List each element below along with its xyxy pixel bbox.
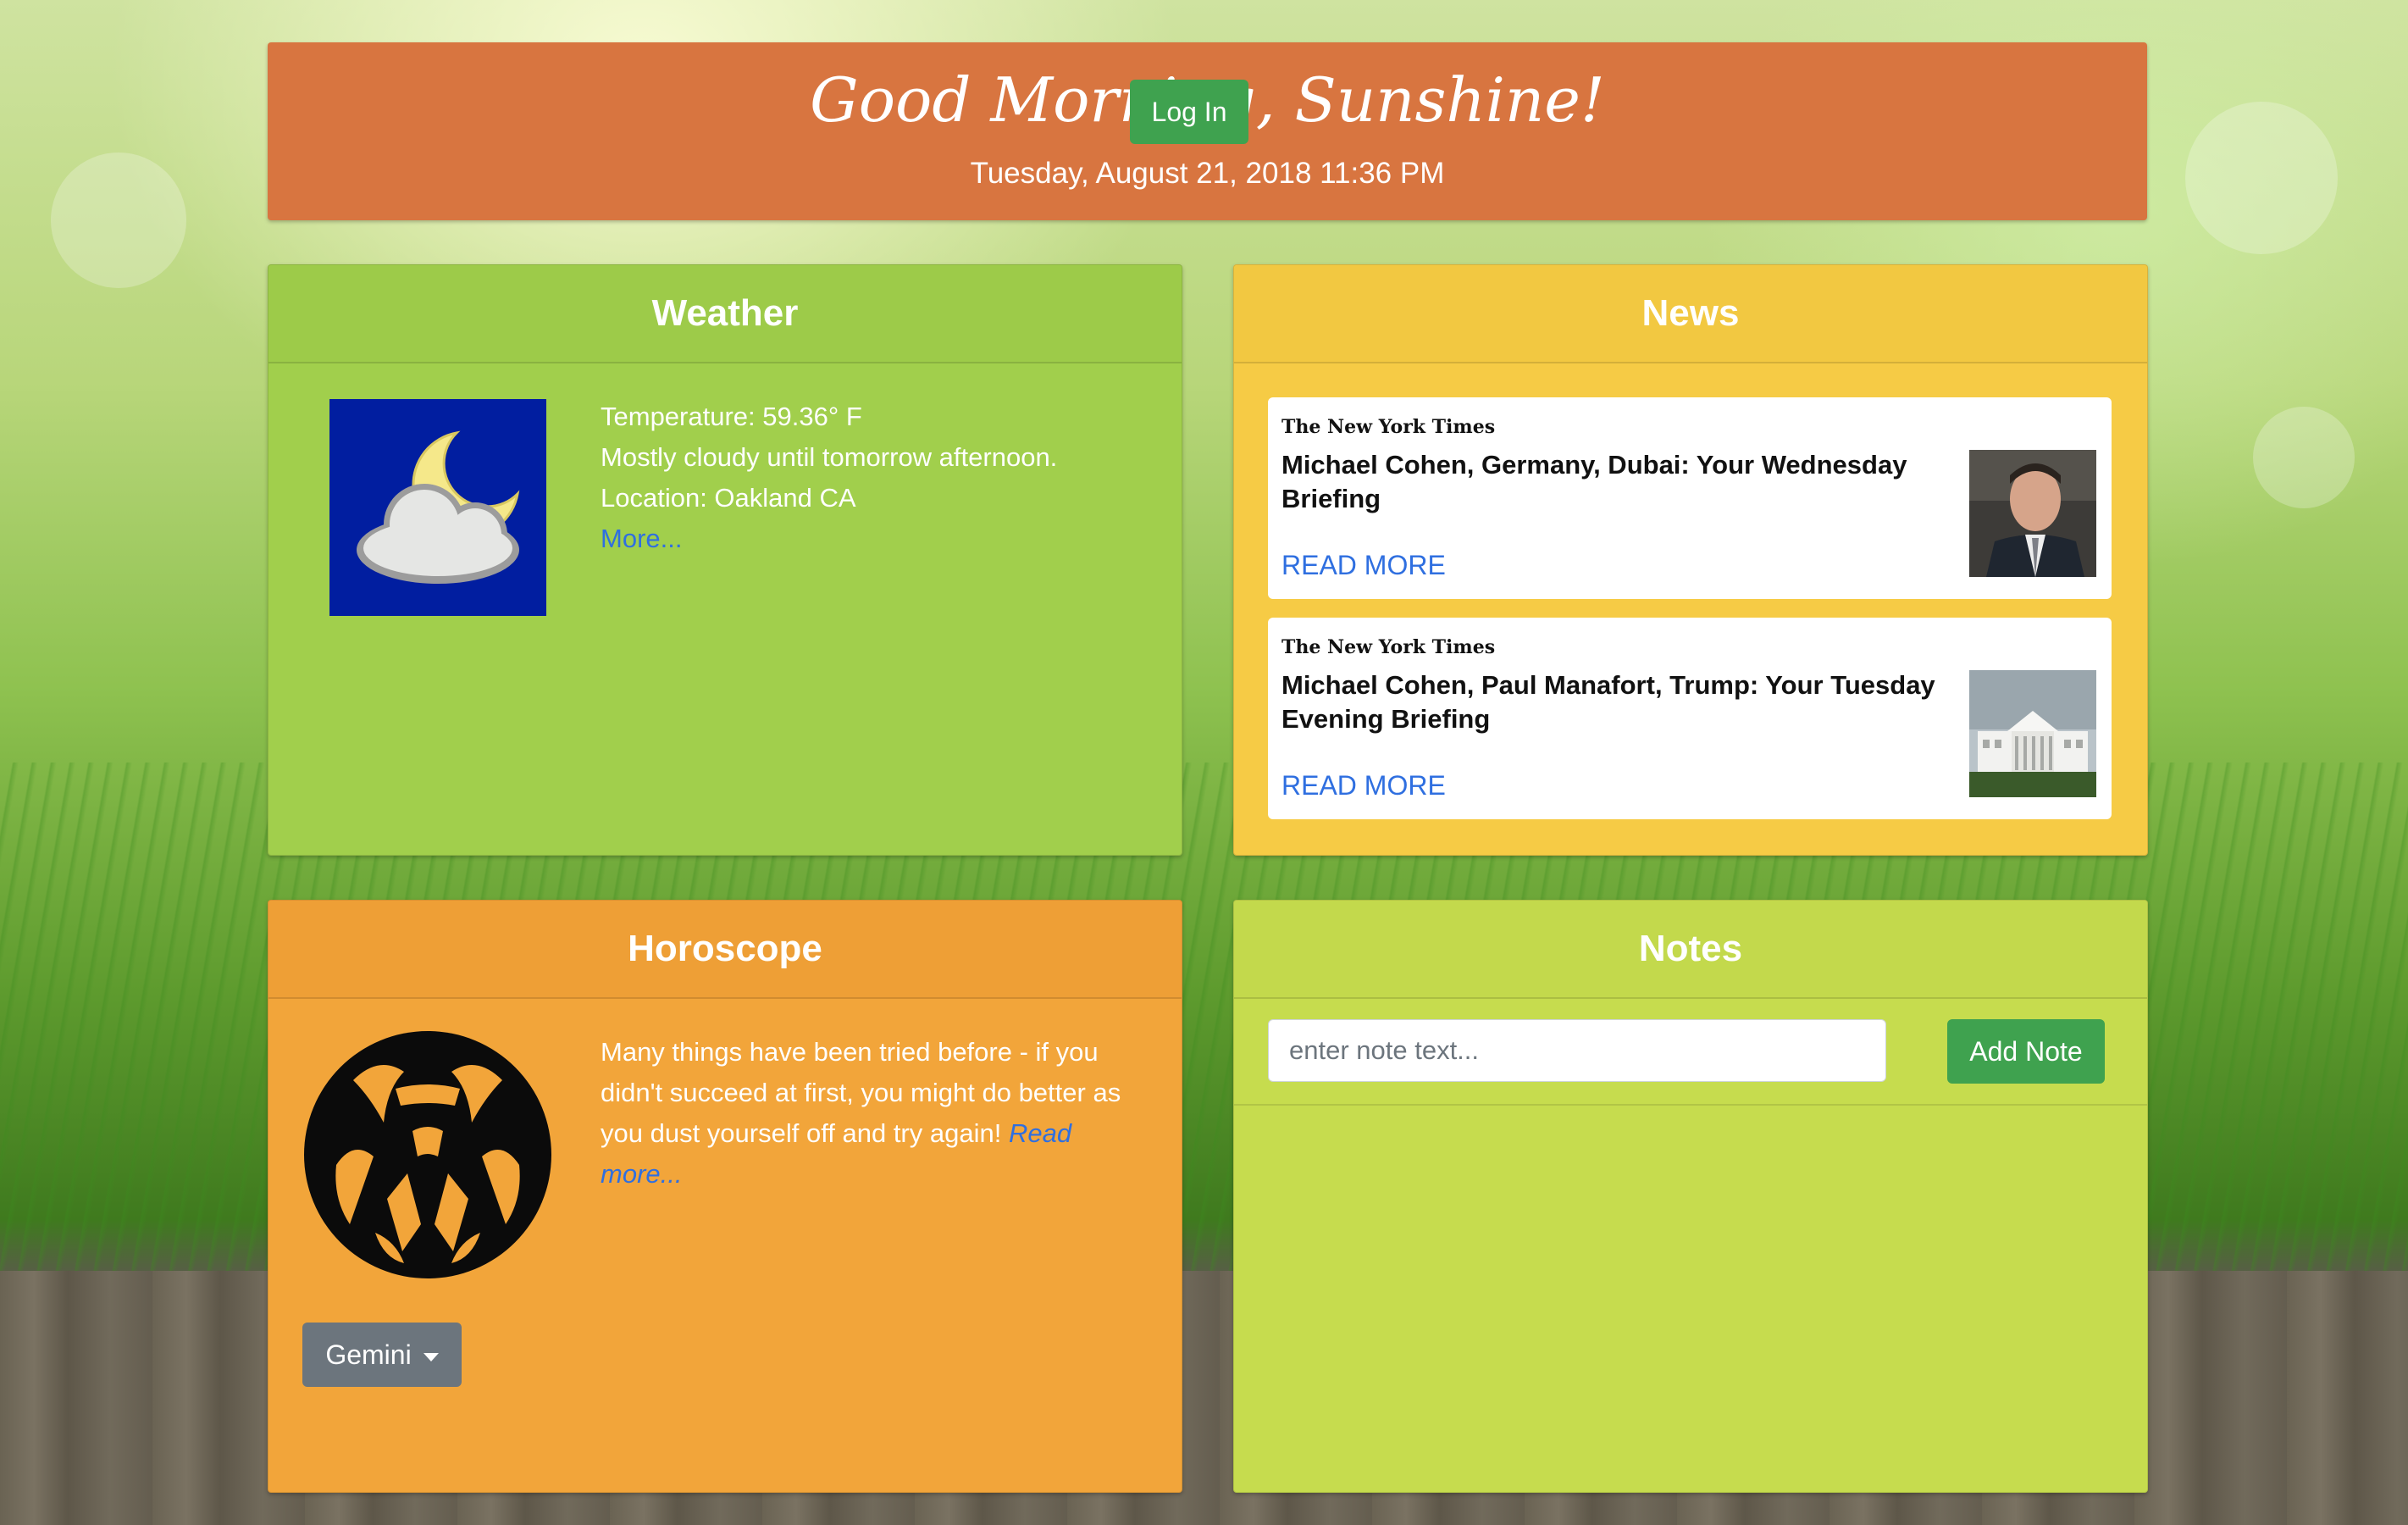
login-button[interactable]: Log In bbox=[1130, 80, 1248, 144]
read-more-link[interactable]: READ MORE bbox=[1281, 550, 1446, 581]
read-more-link[interactable]: READ MORE bbox=[1281, 770, 1446, 801]
note-entry-row: Add Note bbox=[1234, 997, 2147, 1106]
background-bokeh bbox=[2253, 407, 2355, 508]
partly-cloudy-night-icon bbox=[329, 399, 546, 616]
news-item: The New York Times Michael Cohen, German… bbox=[1268, 397, 2112, 599]
selected-sign-label: Gemini bbox=[325, 1339, 412, 1370]
horoscope-text-block: Many things have been tried before - if … bbox=[601, 1032, 1143, 1195]
location-text: Location: Oakland CA bbox=[601, 483, 856, 513]
chevron-down-icon bbox=[423, 1352, 439, 1361]
note-text-input[interactable] bbox=[1268, 1019, 1886, 1082]
header-banner: Good Morning, Sunshine! Tuesday, August … bbox=[268, 42, 2147, 220]
news-headline: Michael Cohen, Paul Manafort, Trump: You… bbox=[1281, 670, 1935, 734]
news-source-logo: The New York Times bbox=[1281, 636, 1496, 658]
horoscope-card-title: Horoscope bbox=[268, 901, 1182, 999]
news-card-title: News bbox=[1234, 265, 2147, 363]
weather-card-title: Weather bbox=[268, 265, 1182, 363]
news-item: The New York Times Michael Cohen, Paul M… bbox=[1268, 618, 2112, 819]
news-source-logo: The New York Times bbox=[1281, 416, 1496, 438]
notes-card: Notes Add Note bbox=[1233, 900, 2148, 1493]
background-bokeh bbox=[51, 152, 186, 288]
background-bokeh bbox=[2185, 102, 2338, 254]
news-headline: Michael Cohen, Germany, Dubai: Your Wedn… bbox=[1281, 450, 1907, 513]
zodiac-sign-dropdown[interactable]: Gemini bbox=[302, 1323, 462, 1387]
notes-card-title: Notes bbox=[1234, 901, 2147, 999]
weather-details: Temperature: 59.36° F Mostly cloudy unti… bbox=[601, 396, 1057, 559]
man-portrait-thumbnail bbox=[1969, 450, 2096, 577]
weather-more-link[interactable]: More... bbox=[601, 518, 1057, 559]
temperature-text: Temperature: 59.36° F bbox=[601, 402, 862, 431]
horoscope-card: Horoscope Many things have been tried be… bbox=[268, 900, 1182, 1493]
weather-card: Weather Temperature: 59.36° F Mostly clo… bbox=[268, 264, 1182, 856]
current-datetime: Tuesday, August 21, 2018 11:36 PM bbox=[970, 157, 1445, 190]
white-house-thumbnail bbox=[1969, 670, 2096, 797]
gemini-zodiac-icon bbox=[302, 1029, 553, 1280]
news-card: News The New York Times Michael Cohen, G… bbox=[1233, 264, 2148, 856]
add-note-button[interactable]: Add Note bbox=[1947, 1019, 2105, 1084]
forecast-summary: Mostly cloudy until tomorrow afternoon. bbox=[601, 442, 1058, 472]
